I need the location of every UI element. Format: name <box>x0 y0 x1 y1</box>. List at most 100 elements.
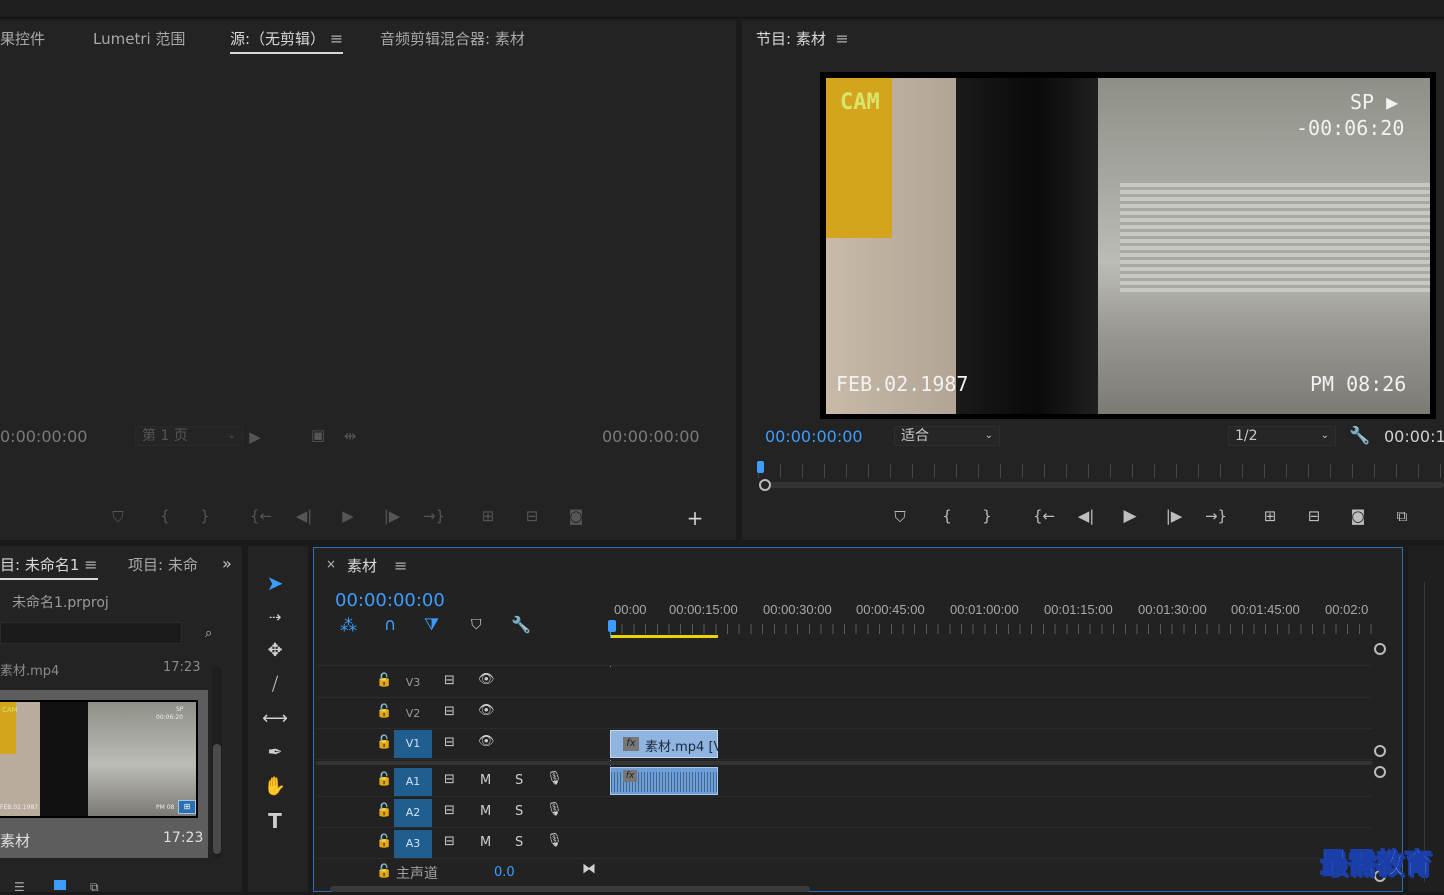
program-playhead[interactable] <box>757 461 764 473</box>
page-dropdown[interactable]: 第 1 页 ⌄ <box>135 426 243 446</box>
add-marker-icon[interactable]: ⛉ <box>888 508 912 526</box>
source-timecode-left[interactable]: 0:00:00:00 <box>0 427 87 446</box>
tab-project-second[interactable]: 项目: 未命 <box>128 554 198 575</box>
track-label[interactable]: A3 <box>394 830 432 858</box>
mark-out-icon[interactable]: } <box>975 507 999 525</box>
play-icon[interactable]: ▶ <box>336 507 360 525</box>
toggle-sync-lock-icon[interactable]: ⊟ <box>444 834 455 849</box>
timeline-playhead-head[interactable] <box>608 620 616 632</box>
go-to-end-icon[interactable]: ⧓ <box>582 861 596 877</box>
selection-tool-icon[interactable]: ➤ <box>262 570 288 596</box>
track-label[interactable]: A1 <box>394 768 432 796</box>
razor-tool-icon[interactable]: ⧸ <box>262 672 288 698</box>
tab-source[interactable]: 源:（无剪辑） ≡ <box>230 28 344 54</box>
microphone-icon[interactable]: 🎙 <box>546 802 563 817</box>
mute-button[interactable]: M <box>480 835 491 850</box>
comparison-view-icon[interactable]: ⧉ <box>1390 507 1414 525</box>
audio-clip[interactable]: fx <box>610 767 718 795</box>
track-label[interactable]: V2 <box>394 700 432 728</box>
timeline-timecode[interactable]: 00:00:00:00 <box>335 590 445 611</box>
horizontal-scrollbar[interactable] <box>330 886 810 892</box>
microphone-icon[interactable]: 🎙 <box>546 833 563 848</box>
track-label[interactable]: V3 <box>394 669 432 697</box>
tab-audio-clip-mixer[interactable]: 音频剪辑混合器: 素材 <box>380 28 525 49</box>
panel-menu-icon[interactable]: ≡ <box>835 29 848 48</box>
overwrite-icon[interactable]: ⊟ <box>520 507 544 525</box>
mark-in-icon[interactable]: { <box>935 507 959 525</box>
scrollbar-handle[interactable] <box>759 479 771 491</box>
play-small-icon[interactable]: ▶ <box>243 428 267 446</box>
lock-icon[interactable]: 🔓 <box>376 704 392 719</box>
close-icon[interactable]: × <box>326 557 336 571</box>
mark-out-icon[interactable]: } <box>193 507 217 525</box>
track-label[interactable]: V1 <box>394 730 432 758</box>
tab-lumetri-scopes[interactable]: Lumetri 范围 <box>93 28 185 49</box>
program-timecode[interactable]: 00:00:00:00 <box>765 427 863 446</box>
track-v3[interactable]: 🔓 V3 ⊟ 👁 <box>316 667 1372 698</box>
pen-tool-icon[interactable]: ✒ <box>262 740 288 766</box>
step-back-icon[interactable]: ◀| <box>1074 507 1098 525</box>
mute-button[interactable]: M <box>480 804 491 819</box>
camera-icon[interactable]: ◙ <box>1346 507 1370 525</box>
program-mini-ruler[interactable] <box>758 464 1444 478</box>
track-label[interactable]: A2 <box>394 799 432 827</box>
hand-tool-icon[interactable]: ✋ <box>262 774 288 800</box>
go-to-out-icon[interactable]: →} <box>422 507 446 525</box>
panel-menu-icon[interactable]: ≡ <box>394 556 407 575</box>
master-volume-value[interactable]: 0.0 <box>494 865 515 880</box>
lock-icon[interactable]: 🔓 <box>376 803 392 818</box>
panel-menu-icon[interactable]: ≡ <box>84 555 97 574</box>
video-zoom-handle[interactable] <box>1374 745 1386 757</box>
ripple-edit-tool-icon[interactable]: ✥ <box>262 638 288 664</box>
tab-effect-controls[interactable]: 果控件 <box>0 28 45 49</box>
timeline-title[interactable]: 素材 <box>347 555 377 576</box>
camera-icon[interactable]: ◙ <box>564 507 588 525</box>
project-scrollbar[interactable] <box>212 666 222 858</box>
clip-thumbnail-card[interactable]: CAM SP 00:06:20 FEB.02.1987 PM 08 ⊞ 素材 1… <box>0 690 208 858</box>
track-v1[interactable]: 🔓 V1 ⊟ 👁 <box>316 729 1372 760</box>
add-marker-icon[interactable]: ⛉ <box>471 617 482 633</box>
va-separator[interactable] <box>316 761 1372 765</box>
go-to-out-icon[interactable]: →} <box>1204 507 1228 525</box>
track-a3[interactable]: 🔓 A3 ⊟ M S 🎙 <box>316 828 1372 859</box>
more-panels-icon[interactable]: » <box>222 554 232 573</box>
export-frame-icon[interactable]: ▣ <box>306 426 330 444</box>
scrollbar-thumb[interactable] <box>213 744 221 854</box>
eye-icon[interactable]: 👁 <box>478 672 495 687</box>
lock-icon[interactable]: 🔓 <box>376 772 392 787</box>
timeline-ruler-ticks[interactable] <box>610 624 1372 634</box>
clip-thumbnail[interactable]: CAM SP 00:06:20 FEB.02.1987 PM 08 ⊞ <box>0 700 198 818</box>
step-forward-icon[interactable]: |▶ <box>380 507 404 525</box>
eye-icon[interactable]: 👁 <box>478 734 495 749</box>
track-a1[interactable]: 🔓 A1 ⊟ M S 🎙 <box>316 766 1372 797</box>
track-select-tool-icon[interactable]: ⇢ <box>262 604 288 630</box>
audio-zoom-handle[interactable] <box>1374 766 1386 778</box>
type-tool-icon[interactable]: T <box>262 808 288 834</box>
go-to-in-icon[interactable]: {← <box>249 507 273 525</box>
project-search-input[interactable] <box>0 622 182 644</box>
toggle-sync-lock-icon[interactable]: ⊟ <box>444 735 455 750</box>
tab-program[interactable]: 节目: 素材 ≡ <box>756 28 849 52</box>
track-a2[interactable]: 🔓 A2 ⊟ M S 🎙 <box>316 797 1372 828</box>
wrench-icon[interactable]: 🔧 <box>1348 426 1372 446</box>
play-icon[interactable]: ▶ <box>1118 506 1142 526</box>
toggle-sync-lock-icon[interactable]: ⊟ <box>444 803 455 818</box>
freeform-view-icon[interactable]: ⧉ <box>90 880 99 895</box>
slip-tool-icon[interactable]: ⟷ <box>262 706 288 732</box>
resolution-dropdown[interactable]: 1/2 ⌄ <box>1228 426 1336 446</box>
lock-icon[interactable]: 🔓 <box>376 834 392 849</box>
solo-button[interactable]: S <box>515 804 523 819</box>
search-bin-icon[interactable]: ⌕ <box>205 626 212 641</box>
extract-icon[interactable]: ⊟ <box>1302 507 1326 525</box>
solo-button[interactable]: S <box>515 773 523 788</box>
lock-icon[interactable]: 🔓 <box>376 673 392 688</box>
add-button-icon[interactable]: + <box>683 506 707 530</box>
video-clip[interactable]: fx 素材.mp4 [V <box>610 730 722 758</box>
toggle-sync-lock-icon[interactable]: ⊟ <box>444 704 455 719</box>
solo-button[interactable]: S <box>515 835 523 850</box>
eye-icon[interactable]: 👁 <box>478 703 495 718</box>
panel-menu-icon[interactable]: ≡ <box>330 29 343 48</box>
lift-icon[interactable]: ⊞ <box>1258 507 1282 525</box>
program-scrollbar[interactable] <box>762 482 1444 488</box>
master-track[interactable]: 🔓 主声道 0.0 ⧓ <box>316 859 1372 885</box>
